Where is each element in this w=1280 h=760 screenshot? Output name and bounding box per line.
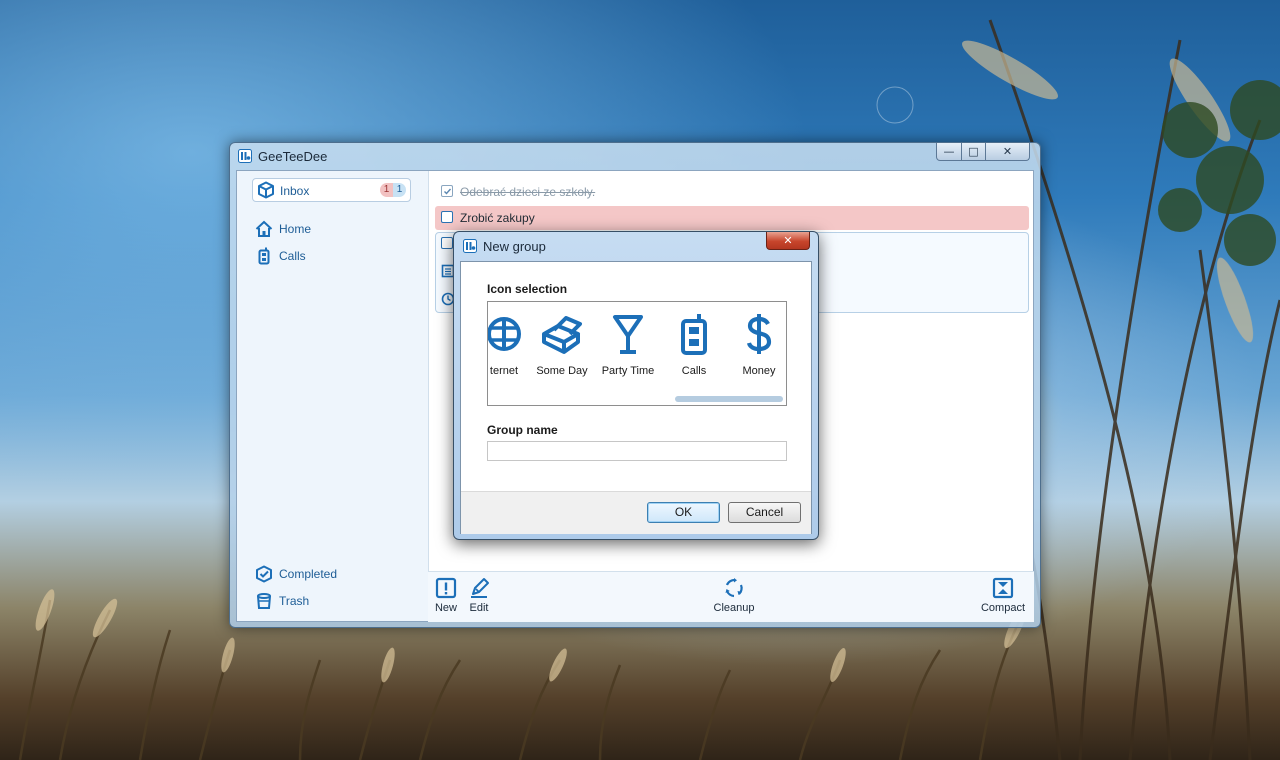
compact-label: Compact [980, 602, 1026, 614]
maximize-button[interactable]: □ [961, 143, 986, 161]
icon-option-label: Money [742, 365, 776, 377]
pencil-icon [471, 578, 489, 598]
new-group-dialog: New group ✕ Icon selection ternet Some D… [453, 231, 819, 540]
close-button[interactable]: ✕ [985, 143, 1030, 161]
check-icon [443, 188, 451, 195]
sidebar-item-completed[interactable]: Completed [252, 563, 372, 585]
completed-icon [256, 565, 272, 583]
trash-icon [257, 593, 271, 609]
icon-option-label: Some Day [536, 365, 588, 377]
dialog-close-button[interactable]: ✕ [766, 232, 810, 250]
icon-option-label: Party Time [601, 365, 655, 377]
cancel-button[interactable]: Cancel [728, 502, 801, 523]
task-checkbox[interactable] [441, 211, 453, 223]
cleanup-label: Cleanup [713, 602, 755, 614]
icon-selection-label: Icon selection [487, 282, 568, 296]
compact-icon [992, 577, 1014, 599]
cleanup-button[interactable]: Cleanup [712, 577, 756, 619]
task-title: Odebrać dzieci ze szkoły. [460, 185, 596, 199]
task-checkbox[interactable] [441, 185, 453, 197]
sidebar-item-label: Home [279, 222, 312, 236]
martini-icon [613, 315, 643, 354]
new-button[interactable]: New [433, 577, 459, 619]
task-row[interactable]: Zrobić zakupy [435, 206, 1029, 230]
internet-icon [488, 317, 521, 351]
dialog-title: New group [483, 239, 546, 254]
dialog-body: Icon selection ternet Some Day Party Tim… [460, 261, 812, 534]
icon-option-label: Calls [681, 365, 707, 377]
app-logo-icon [463, 239, 477, 253]
phone-icon [681, 314, 707, 355]
sidebar-item-home[interactable]: Home [252, 218, 372, 240]
new-label: New [434, 602, 457, 614]
sidebar-item-calls[interactable]: Calls [252, 245, 372, 267]
box-icon [542, 316, 582, 354]
sidebar-item-label: Inbox [280, 184, 310, 198]
task-count-badge: 1 [393, 183, 406, 197]
compact-button[interactable]: Compact [980, 577, 1026, 619]
icon-list-scrollbar[interactable] [675, 396, 783, 402]
sidebar: Inbox 1 1 Home Calls Completed Trash [237, 171, 429, 621]
exclamation-icon [435, 577, 457, 599]
dollar-icon [746, 314, 772, 354]
edit-button[interactable]: Edit [466, 577, 492, 619]
edit-label: Edit [469, 602, 489, 614]
task-checkbox[interactable] [441, 237, 453, 249]
home-icon [255, 220, 273, 237]
sidebar-item-label: Trash [279, 594, 310, 608]
window-title: GeeTeeDee [258, 149, 328, 164]
cube-icon [258, 181, 274, 199]
bottom-toolbar: New Edit Cleanup Compact [428, 571, 1034, 622]
minimize-button[interactable]: — [936, 143, 962, 161]
sidebar-item-label: Completed [279, 567, 338, 581]
ok-button[interactable]: OK [647, 502, 720, 523]
dialog-footer: OK Cancel [461, 491, 811, 534]
phone-icon [258, 247, 270, 265]
icon-option-some-day[interactable]: Some Day [530, 312, 594, 382]
app-logo-icon [238, 149, 252, 163]
maximize-icon: □ [968, 145, 979, 158]
overdue-count-badge: 1 [380, 183, 393, 197]
task-title: Zrobić zakupy [460, 211, 535, 225]
sidebar-item-inbox[interactable]: Inbox 1 1 [252, 178, 411, 202]
icon-option-internet[interactable]: ternet [488, 312, 536, 382]
icon-selection-list[interactable]: ternet Some Day Party Time Calls Money [487, 301, 787, 406]
title-bar[interactable]: GeeTeeDee — □ ✕ [230, 143, 1040, 170]
close-icon: ✕ [1002, 145, 1013, 158]
icon-option-calls[interactable]: Calls [662, 312, 726, 382]
group-name-label: Group name [487, 423, 558, 437]
minimize-icon: — [943, 145, 955, 158]
close-icon: ✕ [783, 234, 793, 247]
task-row[interactable]: Odebrać dzieci ze szkoły. [435, 180, 1029, 204]
recycle-icon [725, 578, 743, 598]
icon-option-label: ternet [489, 365, 519, 377]
group-name-input[interactable] [487, 441, 787, 461]
icon-option-money[interactable]: Money [727, 312, 786, 382]
sidebar-item-label: Calls [279, 249, 306, 263]
icon-option-party-time[interactable]: Party Time [596, 312, 660, 382]
sidebar-item-trash[interactable]: Trash [252, 590, 372, 612]
